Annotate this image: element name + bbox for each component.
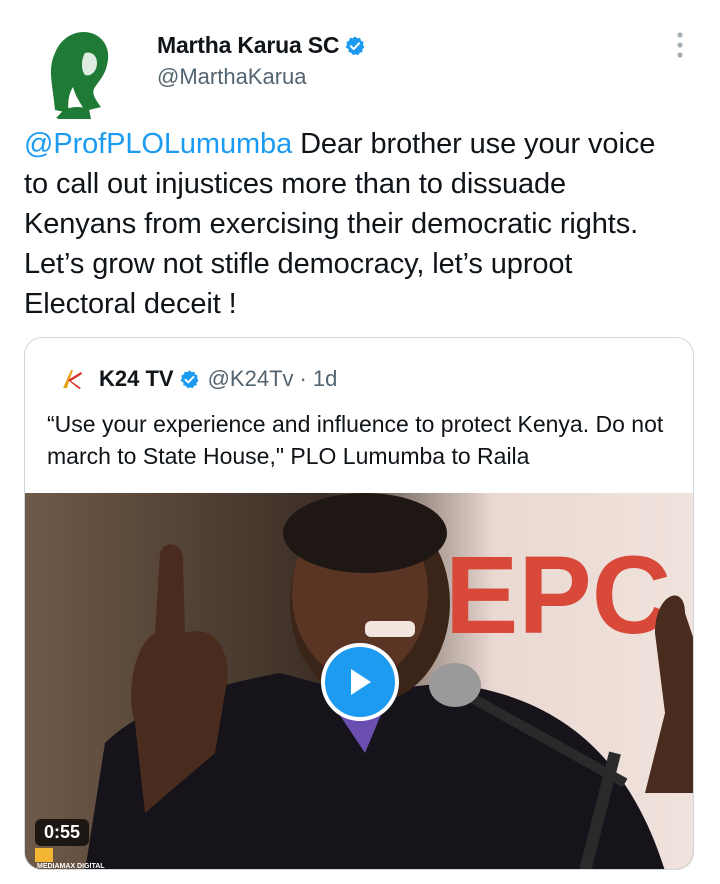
more-vertical-icon bbox=[677, 32, 683, 58]
quoted-text: “Use your experience and influence to pr… bbox=[47, 411, 664, 469]
watermark-text: MEDIAMAX DIGITAL bbox=[37, 863, 105, 870]
quoted-handle: @K24Tv bbox=[207, 366, 294, 391]
avatar-portrait bbox=[25, 15, 133, 123]
author-avatar[interactable] bbox=[25, 15, 133, 123]
k24-logo-icon bbox=[63, 370, 82, 389]
verified-badge-icon bbox=[345, 35, 365, 55]
banner-text: EPC bbox=[445, 534, 671, 657]
verified-badge-icon bbox=[180, 369, 199, 388]
quoted-timestamp[interactable]: 1d bbox=[313, 366, 337, 392]
video-duration: 0:55 bbox=[35, 819, 90, 846]
mention-link[interactable]: @ProfPLOLumumba bbox=[24, 128, 292, 160]
quoted-author-row[interactable]: K24 TV @K24Tv · 1d bbox=[59, 366, 337, 392]
author-display-name[interactable]: Martha Karua SC bbox=[157, 32, 340, 59]
play-button[interactable] bbox=[321, 643, 399, 721]
video-thumbnail[interactable]: EPC MEDIAMAX DIGITAL 0:55 bbox=[25, 493, 693, 870]
quoted-tweet-card[interactable]: K24 TV @K24Tv · 1d “Use your experience … bbox=[24, 337, 694, 870]
quoted-display-name[interactable]: K24 TV bbox=[99, 366, 174, 392]
play-icon bbox=[351, 669, 371, 695]
author-handle[interactable]: @MarthaKarua bbox=[157, 64, 307, 90]
separator-dot: · bbox=[299, 366, 307, 391]
author-name-row[interactable]: Martha Karua SC bbox=[157, 32, 366, 59]
more-options-button[interactable] bbox=[660, 25, 700, 65]
tweet-text: @ProfPLOLumumba Dear brother use your vo… bbox=[24, 124, 684, 324]
